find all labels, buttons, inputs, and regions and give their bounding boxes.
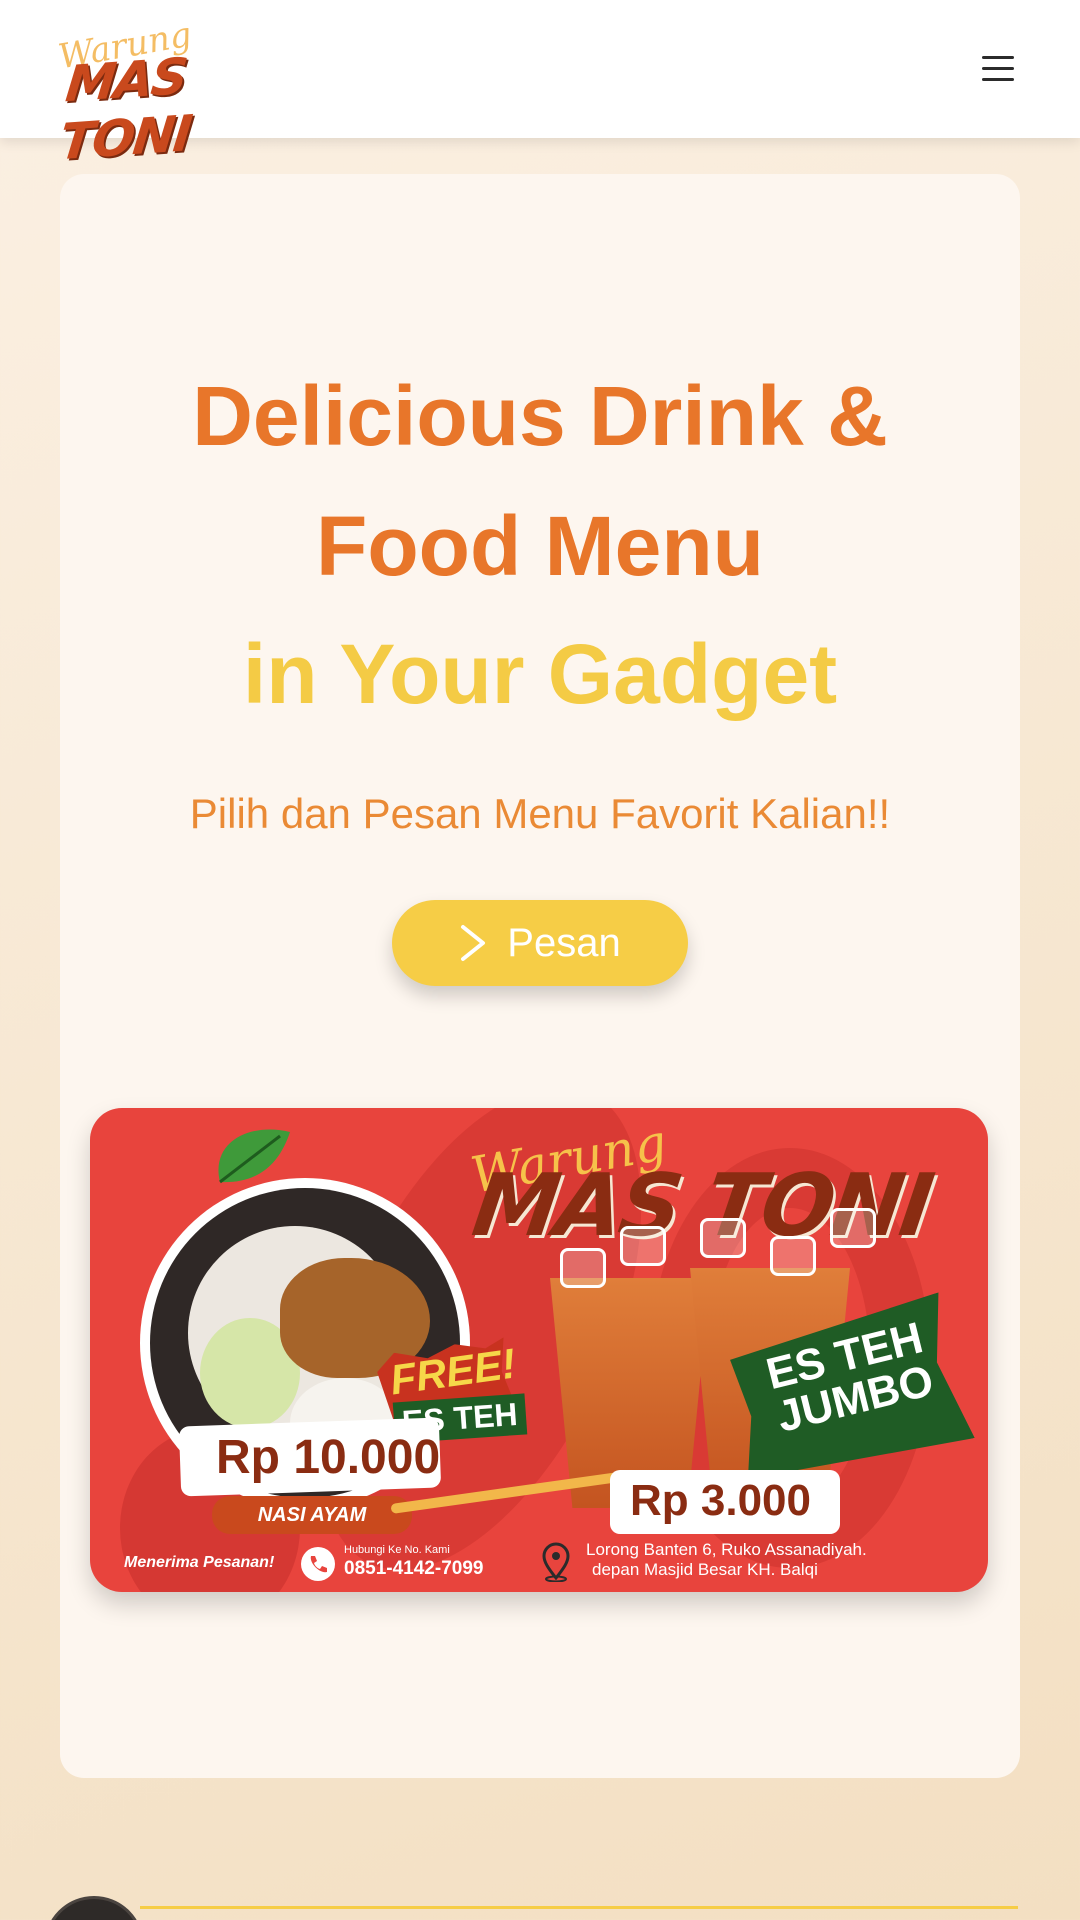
promo-banner: Warung MAS TONI FREE! ES TEH Rp 10.000 N… [90,1108,988,1592]
hero-subtitle: Pilih dan Pesan Menu Favorit Kalian!! [189,790,891,837]
phone-icon [301,1547,335,1581]
location-pin-icon [542,1542,570,1582]
address-line-1: Lorong Banten 6, Ruko Assanadiyah. [586,1540,867,1559]
ice-cube-image [770,1236,816,1276]
top-navbar: Warung MAS TONI [0,0,1080,172]
order-button[interactable]: Pesan [392,900,688,986]
address-line-2: depan Masjid Besar KH. Balqi [592,1560,818,1579]
phone-caption: Hubungi Ke No. Kami [344,1544,450,1556]
chevron-right-icon [461,925,486,961]
section-divider [140,1906,1018,1909]
hamburger-menu-icon[interactable] [976,50,1022,88]
phone-number: 0851-4142-7099 [344,1558,484,1579]
price-nasi-ayam: Rp 10.000 [216,1431,441,1484]
logo-main-text: MAS TONI [56,47,194,172]
ice-cube-image [700,1218,746,1258]
item-label-nasi-ayam: NASI AYAM [212,1496,412,1534]
order-notice: Menerima Pesanan! [124,1554,275,1571]
hero-title-line-3: in Your Gadget [242,627,838,721]
ice-cube-image [830,1208,876,1248]
price-es-teh: Rp 3.000 [630,1476,811,1525]
brand-logo[interactable]: Warung MAS TONI [56,15,276,172]
hero-title-line-1: Delicious Drink & [192,369,888,463]
ice-cube-image [560,1248,606,1288]
avatar [44,1896,144,1920]
ice-cube-image [620,1226,666,1266]
hero-section: Delicious Drink & Food Menu in Your Gadg… [60,174,1020,1778]
hero-title-line-2: Food Menu [316,499,764,593]
order-button-label: Pesan [507,920,621,965]
